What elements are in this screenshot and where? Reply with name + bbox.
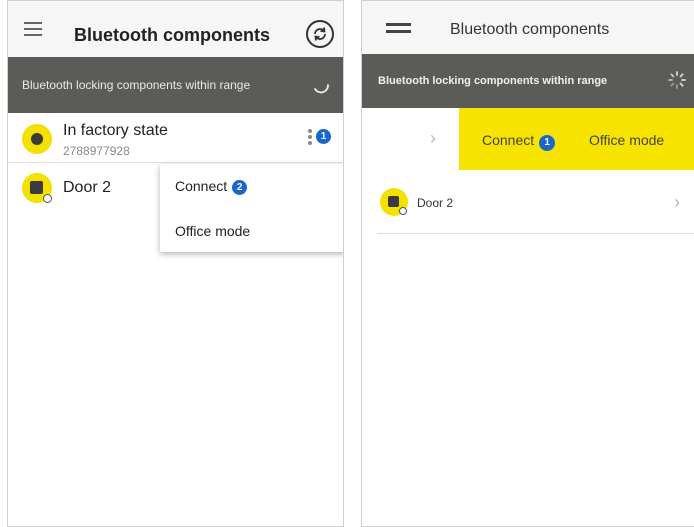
menu-icon[interactable] [24,22,42,36]
step-badge: 2 [232,180,248,195]
menu-icon[interactable] [386,23,411,34]
scan-banner: Bluetooth locking components within rang… [362,54,694,108]
menu-item-office-mode[interactable]: Office mode [175,223,250,239]
list-item[interactable]: In factory state 2788977928 1 [8,113,343,163]
spinner-icon [667,70,687,95]
item-title: Door 2 [417,196,454,210]
swipe-actions: Connect 1 Office mode [459,108,694,170]
divider [377,233,694,234]
refresh-icon[interactable] [306,20,334,48]
banner-text: Bluetooth locking components within rang… [22,78,251,92]
swipe-action-connect[interactable]: Connect 1 [482,132,556,151]
item-title: Door 2 [63,179,112,196]
scan-banner: Bluetooth locking components within rang… [8,57,343,113]
item-subtitle: 2788977928 [63,144,130,158]
left-screen: Bluetooth components Bluetooth locking c… [7,0,344,527]
context-menu: Connect 2 Office mode [160,164,343,252]
action-label: Office mode [589,132,665,148]
item-title: In factory state [63,122,168,139]
menu-item-connect[interactable]: Connect 2 [175,178,248,195]
divider [8,162,343,163]
banner-text: Bluetooth locking components within rang… [378,75,608,87]
lock-icon [22,173,52,203]
chevron-right-icon: › [674,192,680,212]
action-label: Connect [482,132,535,148]
app-header: Bluetooth components [362,1,694,54]
page-title: Bluetooth components [74,25,270,45]
app-header: Bluetooth components [8,1,343,57]
menu-item-label: Connect [175,178,228,194]
step-badge: 1 [539,135,556,151]
spinner-icon [311,75,331,100]
right-screen: Bluetooth components Bluetooth locking c… [361,0,694,527]
more-icon[interactable] [308,129,312,145]
swiped-list-item[interactable]: › Connect 1 Office mode [362,108,694,170]
list-item[interactable]: Door 2 › [362,176,694,234]
step-badge: 1 [316,129,331,144]
lock-icon [22,124,52,154]
chevron-right-icon: › [430,128,436,148]
menu-item-label: Office mode [175,223,251,239]
swipe-action-office-mode[interactable]: Office mode [589,132,664,148]
page-title: Bluetooth components [450,21,610,38]
lock-icon [380,188,408,216]
